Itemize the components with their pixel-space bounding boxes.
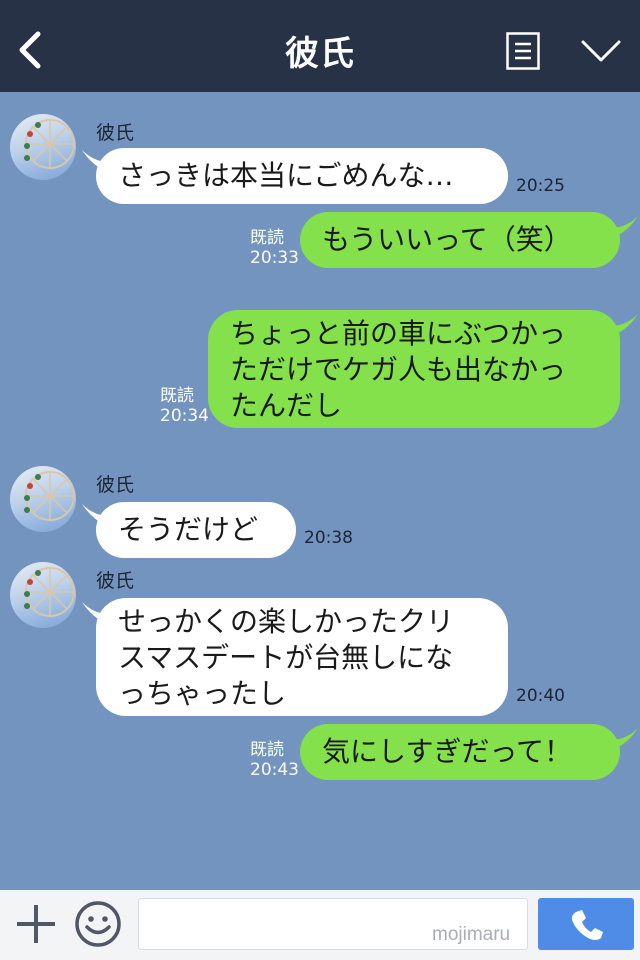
message-time: 20:40 [516,686,565,706]
sender-name: 彼氏 [96,474,135,496]
message-time: 20:43 [250,760,299,780]
chat-title: 彼氏 [285,34,355,74]
message-time: 20:33 [250,248,299,268]
ferris-wheel-icon [24,567,75,617]
avatar[interactable] [10,466,76,532]
call-button[interactable] [538,898,634,950]
bubble-tail [610,216,638,238]
read-receipt: 既読 [250,228,284,248]
message-time: 20:38 [304,528,353,548]
message-bubble[interactable]: さっきは本当にごめんな… [96,148,508,204]
watermark: mojimaru [432,924,511,945]
message-time: 20:34 [160,406,209,426]
ferris-wheel-icon [24,119,75,169]
message-list[interactable]: 彼氏 さっきは本当にごめんな… 20:25 既読 20:33 もういいって（笑）… [0,92,640,890]
message-bubble[interactable]: 気にしすぎだって！ [300,724,620,780]
sender-name: 彼氏 [96,122,135,144]
chevron-down-icon[interactable] [580,38,622,64]
bubble-tail [610,728,638,750]
avatar[interactable] [10,562,76,628]
smile-icon[interactable] [74,900,122,948]
sender-name: 彼氏 [96,570,135,592]
ferris-wheel-icon [24,471,75,521]
bubble-tail [610,314,638,336]
read-receipt: 既読 [250,740,284,760]
message-bubble[interactable]: せっかくの楽しかったクリ スマスデートが台無しにな っちゃったし [96,598,508,716]
read-receipt: 既読 [160,386,194,406]
message-bubble[interactable]: もういいって（笑） [300,212,620,268]
avatar[interactable] [10,114,76,180]
menu-list-icon[interactable] [506,32,540,70]
message-bubble[interactable]: ちょっと前の車にぶつかっ ただけでケガ人も出なかっ たんだし [208,310,620,428]
message-time: 20:25 [516,176,565,196]
phone-icon [571,910,603,940]
plus-icon[interactable] [14,902,58,946]
chat-header: 彼氏 [0,0,640,92]
message-bubble[interactable]: そうだけど [96,502,296,558]
